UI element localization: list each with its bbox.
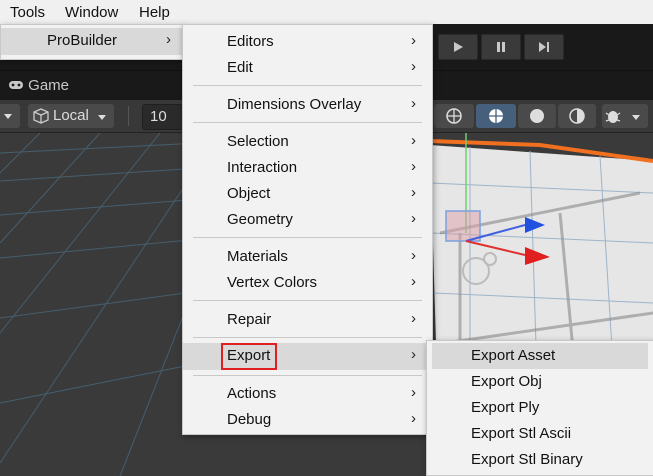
- menu-separator: [193, 300, 422, 301]
- menu-item-selection-label: Selection: [227, 133, 289, 150]
- menu-item-export-stl-binary[interactable]: Export Stl Binary: [427, 447, 653, 473]
- play-button[interactable]: [438, 34, 478, 60]
- chevron-right-icon: ›: [411, 410, 416, 427]
- pivot-rotation-label: Local: [53, 107, 89, 124]
- menu-bar: Tools Window Help: [0, 0, 653, 24]
- export-menu: Export Asset Export Obj Export Ply Expor…: [426, 340, 653, 476]
- bug-icon: [605, 111, 621, 123]
- menu-item-export[interactable]: Export ›: [183, 343, 432, 370]
- chevron-right-icon: ›: [411, 273, 416, 290]
- menu-item-editors-label: Editors: [227, 33, 274, 50]
- chevron-right-icon: ›: [411, 132, 416, 149]
- chevron-right-icon: ›: [411, 210, 416, 227]
- play-icon: [454, 42, 463, 52]
- chevron-right-icon: ›: [166, 31, 171, 48]
- menu-item-export-asset[interactable]: Export Asset: [432, 343, 648, 369]
- menu-item-geometry-label: Geometry: [227, 211, 293, 228]
- menu-item-dimensions-overlay[interactable]: Dimensions Overlay ›: [183, 92, 432, 118]
- menu-item-dimensions-overlay-label: Dimensions Overlay: [227, 96, 362, 113]
- menu-item-object[interactable]: Object ›: [183, 181, 432, 207]
- menu-item-vertex-colors-label: Vertex Colors: [227, 274, 318, 291]
- chevron-right-icon: ›: [411, 32, 416, 49]
- gizmo-toggle-button[interactable]: [434, 104, 474, 128]
- menu-item-export-stl-ascii[interactable]: Export Stl Ascii: [427, 421, 653, 447]
- menu-item-export-ply[interactable]: Export Ply: [427, 395, 653, 421]
- chevron-right-icon: ›: [411, 95, 416, 112]
- menu-item-actions[interactable]: Actions ›: [183, 381, 432, 407]
- menu-separator: [193, 337, 422, 338]
- menu-item-materials-label: Materials: [227, 248, 288, 265]
- menu-tools[interactable]: Tools: [10, 4, 45, 21]
- tab-game[interactable]: Game: [8, 77, 69, 94]
- menu-item-edit-label: Edit: [227, 59, 253, 76]
- menu-separator: [193, 237, 422, 238]
- menu-item-edit[interactable]: Edit ›: [183, 55, 432, 81]
- menu-item-editors[interactable]: Editors ›: [183, 29, 432, 55]
- globe-icon: [446, 108, 462, 124]
- menu-item-repair-label: Repair: [227, 311, 272, 328]
- menu-item-export-asset-label: Export Asset: [471, 347, 556, 364]
- sphere-icon: [530, 109, 544, 123]
- cube-icon: [33, 108, 49, 124]
- probuilder-menu: Editors › Edit › Dimensions Overlay › Selec…: [182, 24, 433, 435]
- menu-separator: [193, 85, 422, 86]
- debug-settings-dropdown[interactable]: [602, 104, 648, 128]
- menu-window[interactable]: Window: [65, 4, 118, 21]
- pause-icon: [497, 42, 505, 52]
- lighting-button[interactable]: [558, 104, 596, 128]
- pause-button[interactable]: [481, 34, 521, 60]
- step-icon: [539, 42, 549, 52]
- grid-size-field[interactable]: 10: [142, 104, 184, 130]
- chevron-right-icon: ›: [411, 158, 416, 175]
- tab-game-label: Game: [28, 77, 70, 94]
- chevron-right-icon: ›: [411, 58, 416, 75]
- menu-item-geometry[interactable]: Geometry ›: [183, 207, 432, 233]
- shaded-wireframe-button[interactable]: [476, 104, 516, 128]
- wireframe-sphere-icon: [489, 109, 503, 123]
- menu-help[interactable]: Help: [139, 4, 170, 21]
- step-button[interactable]: [524, 34, 564, 60]
- menu-item-export-obj[interactable]: Export Obj: [427, 369, 653, 395]
- menu-item-probuilder[interactable]: ProBuilder ›: [1, 28, 183, 55]
- menu-item-object-label: Object: [227, 185, 271, 202]
- menu-item-export-obj-label: Export Obj: [471, 373, 542, 390]
- menu-item-actions-label: Actions: [227, 385, 277, 402]
- menu-separator: [193, 122, 422, 123]
- menu-item-interaction-label: Interaction: [227, 159, 298, 176]
- grid-size-value: 10: [150, 108, 167, 125]
- menu-item-selection[interactable]: Selection ›: [183, 129, 432, 155]
- menu-item-probuilder-label: ProBuilder: [47, 32, 118, 49]
- chevron-right-icon: ›: [411, 184, 416, 201]
- menu-item-materials[interactable]: Materials ›: [183, 244, 432, 270]
- tools-menu: ProBuilder ›: [0, 24, 184, 60]
- left-dropdown[interactable]: [0, 104, 20, 128]
- chevron-right-icon: ›: [411, 384, 416, 401]
- menu-item-debug-label: Debug: [227, 411, 272, 428]
- half-moon-icon: [569, 108, 585, 124]
- menu-item-export-stl-binary-label: Export Stl Binary: [471, 451, 583, 468]
- gamepad-icon: [9, 81, 23, 89]
- chevron-down-icon: [632, 115, 640, 120]
- chevron-right-icon: ›: [411, 346, 416, 363]
- menu-item-interaction[interactable]: Interaction ›: [183, 155, 432, 181]
- pivot-rotation-dropdown[interactable]: Local: [28, 104, 114, 128]
- toolbar-divider: [128, 106, 129, 126]
- menu-item-export-label: Export: [227, 347, 271, 364]
- chevron-right-icon: ›: [411, 310, 416, 327]
- chevron-down-icon: [4, 114, 12, 119]
- menu-item-export-stl-ascii-label: Export Stl Ascii: [471, 425, 572, 442]
- menu-item-repair[interactable]: Repair ›: [183, 307, 432, 333]
- menu-item-debug[interactable]: Debug ›: [183, 407, 432, 433]
- menu-separator: [193, 375, 422, 376]
- menu-item-vertex-colors[interactable]: Vertex Colors ›: [183, 270, 432, 296]
- chevron-down-icon: [98, 115, 106, 120]
- menu-item-export-ply-label: Export Ply: [471, 399, 540, 416]
- chevron-right-icon: ›: [411, 247, 416, 264]
- shaded-button[interactable]: [518, 104, 556, 128]
